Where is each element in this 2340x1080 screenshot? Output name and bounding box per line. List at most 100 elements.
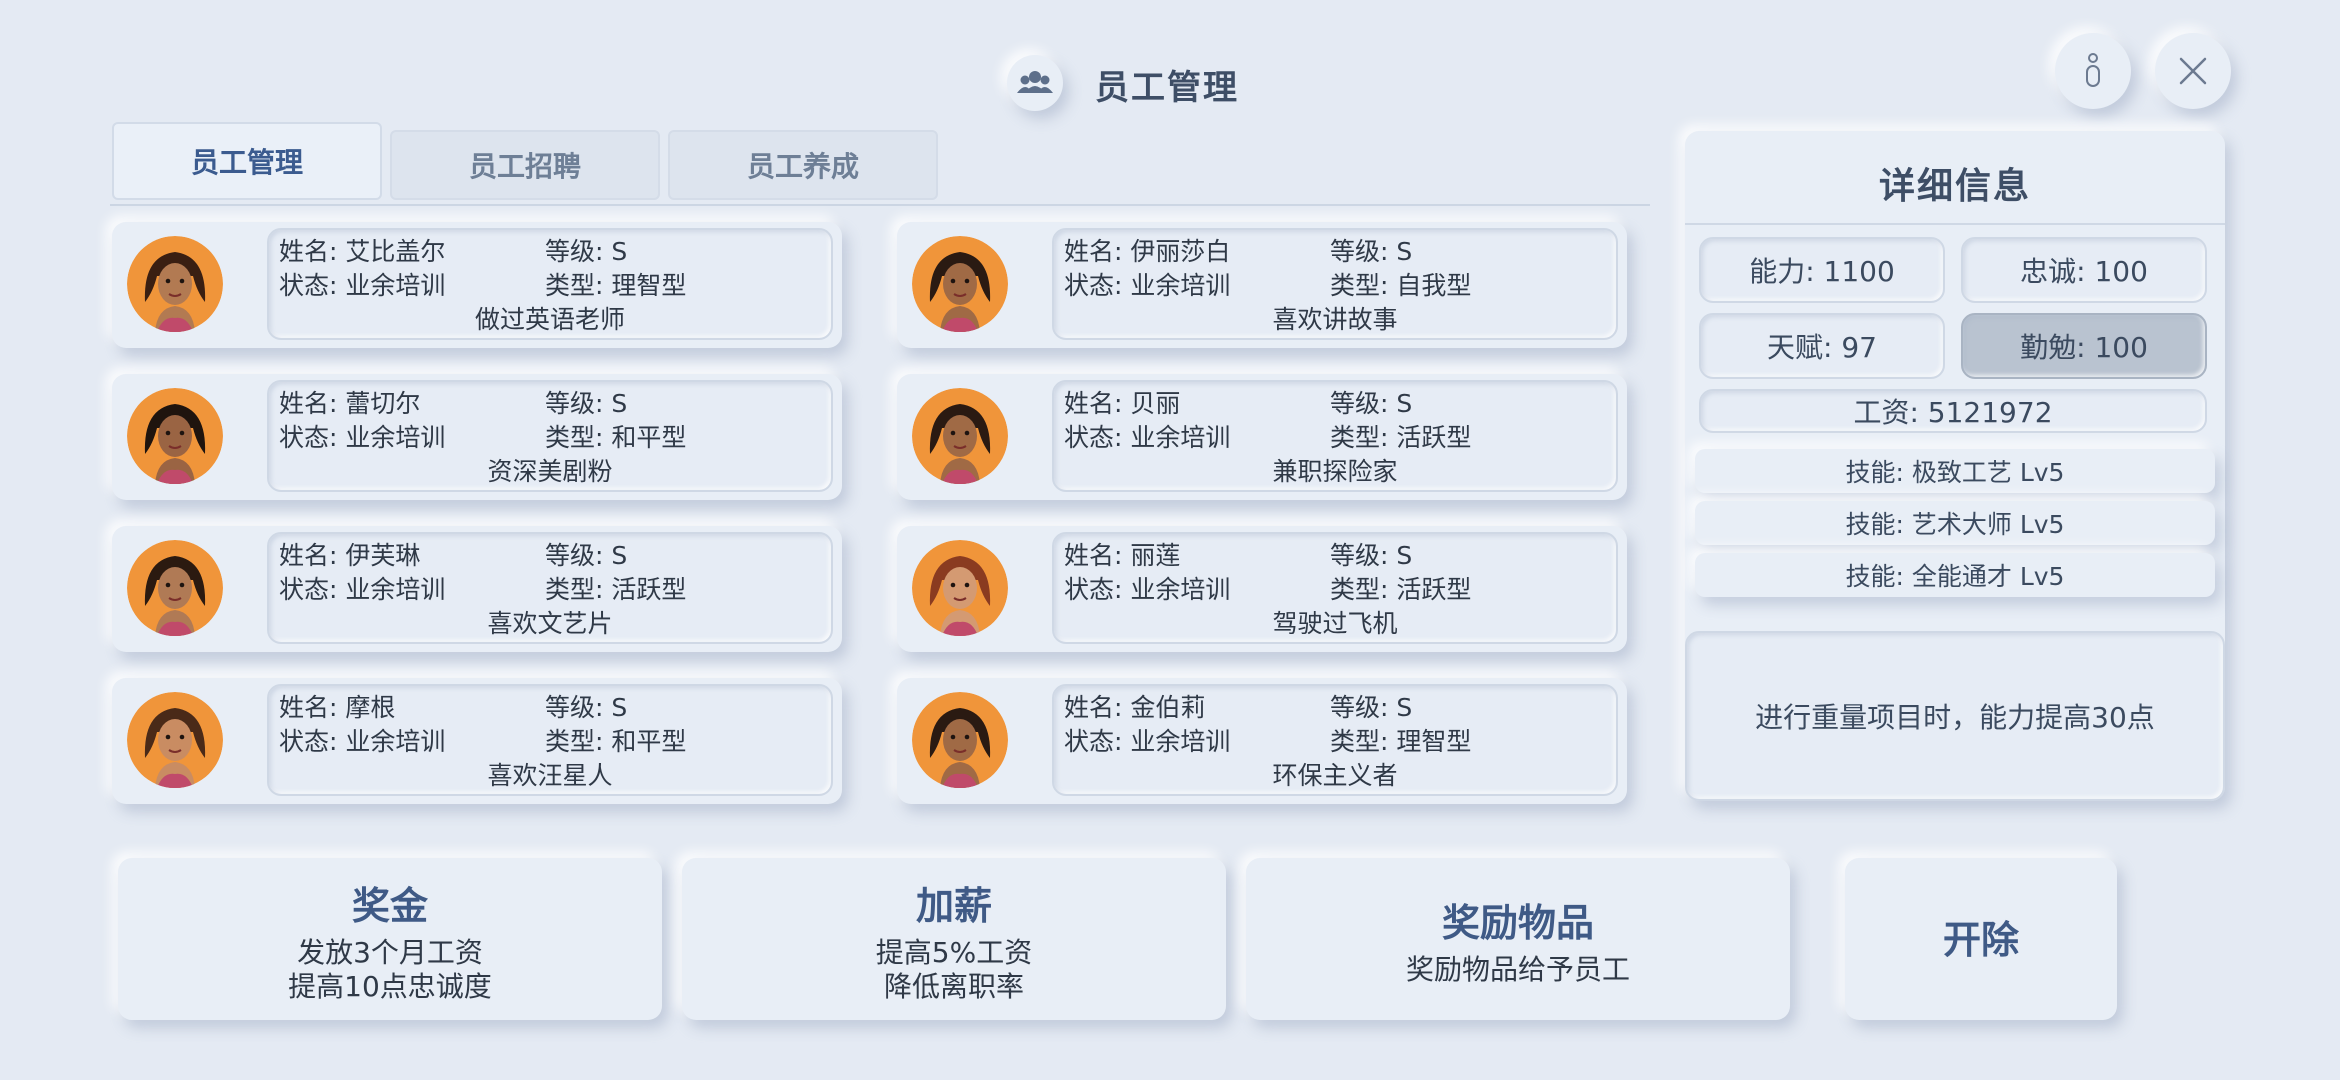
employee-portrait-icon	[127, 540, 223, 636]
employee-name: 姓名: 丽莲	[1064, 541, 1181, 570]
raise-title: 加薪	[915, 883, 992, 928]
raise-button[interactable]: 加薪 提高5%工资 降低离职率	[682, 858, 1226, 1020]
avatar	[912, 236, 1008, 332]
employee-info: 姓名: 摩根 等级: S 状态: 业余培训 类型: 和平型 喜欢汪星人	[267, 684, 833, 796]
employee-name: 姓名: 伊丽莎白	[1064, 237, 1231, 266]
employee-note: 兼职探险家	[1272, 457, 1398, 486]
stat-ability: 能力: 1100	[1699, 237, 1945, 303]
employee-status: 状态: 业余培训	[1064, 271, 1231, 300]
employee-name: 姓名: 伊芙琳	[279, 541, 421, 570]
employee-portrait-icon	[127, 388, 223, 484]
employee-note: 资深美剧粉	[487, 457, 613, 486]
employee-level: 等级: S	[1330, 237, 1413, 266]
employee-card[interactable]: 姓名: 伊丽莎白 等级: S 状态: 业余培训 类型: 自我型 喜欢讲故事	[897, 222, 1627, 348]
detail-panel: 详细信息 能力: 1100 忠诚: 100 天赋: 97 勤勉: 100 工资:…	[1685, 131, 2225, 801]
employee-name: 姓名: 贝丽	[1064, 389, 1181, 418]
bonus-desc-1: 发放3个月工资	[297, 935, 483, 969]
tab-divider	[110, 204, 1650, 206]
employee-card[interactable]: 姓名: 摩根 等级: S 状态: 业余培训 类型: 和平型 喜欢汪星人	[112, 678, 842, 804]
bonus-title: 奖金	[351, 883, 428, 928]
employee-status: 状态: 业余培训	[1064, 727, 1231, 756]
employee-level: 等级: S	[545, 237, 628, 266]
employee-type: 类型: 活跃型	[1330, 423, 1472, 452]
avatar	[127, 692, 223, 788]
employee-name: 姓名: 艾比盖尔	[279, 237, 446, 266]
reward-title: 奖励物品	[1441, 900, 1594, 945]
fire-title: 开除	[1942, 917, 2019, 962]
employee-portrait-icon	[912, 388, 1008, 484]
employee-type: 类型: 理智型	[1330, 727, 1472, 756]
raise-desc-1: 提高5%工资	[875, 935, 1033, 969]
reward-desc: 奖励物品给予员工	[1405, 952, 1630, 986]
reward-items-button[interactable]: 奖励物品 奖励物品给予员工	[1246, 858, 1790, 1020]
employee-note: 喜欢文艺片	[487, 609, 613, 638]
header-group-icon	[1007, 55, 1063, 111]
group-icon	[1017, 71, 1053, 93]
detail-title: 详细信息	[1878, 166, 2031, 207]
employee-portrait-icon	[912, 540, 1008, 636]
employee-name: 姓名: 蕾切尔	[279, 389, 421, 418]
avatar	[912, 388, 1008, 484]
employee-level: 等级: S	[545, 693, 628, 722]
employee-card[interactable]: 姓名: 贝丽 等级: S 状态: 业余培训 类型: 活跃型 兼职探险家	[897, 374, 1627, 500]
employee-status: 状态: 业余培训	[279, 727, 446, 756]
info-icon	[2086, 53, 2100, 87]
employee-type: 类型: 理智型	[545, 271, 687, 300]
employee-note: 喜欢讲故事	[1272, 305, 1398, 334]
stat-talent: 天赋: 97	[1699, 313, 1945, 379]
employee-info: 姓名: 艾比盖尔 等级: S 状态: 业余培训 类型: 理智型 做过英语老师	[267, 228, 833, 340]
skill-item: 技能: 全能通才 Lv5	[1695, 553, 2215, 597]
close-icon	[2179, 57, 2207, 85]
employee-level: 等级: S	[1330, 389, 1413, 418]
avatar	[912, 540, 1008, 636]
employee-card[interactable]: 姓名: 蕾切尔 等级: S 状态: 业余培训 类型: 和平型 资深美剧粉	[112, 374, 842, 500]
employee-portrait-icon	[127, 236, 223, 332]
skill-item: 技能: 艺术大师 Lv5	[1695, 501, 2215, 545]
employee-note: 喜欢汪星人	[487, 761, 613, 790]
bonus-button[interactable]: 奖金 发放3个月工资 提高10点忠诚度	[118, 858, 662, 1020]
employee-status: 状态: 业余培训	[1064, 575, 1231, 604]
page-title: 员工管理	[1095, 68, 1239, 108]
employee-level: 等级: S	[545, 541, 628, 570]
employee-card[interactable]: 姓名: 丽莲 等级: S 状态: 业余培训 类型: 活跃型 驾驶过飞机	[897, 526, 1627, 652]
employee-card[interactable]: 姓名: 艾比盖尔 等级: S 状态: 业余培训 类型: 理智型 做过英语老师	[112, 222, 842, 348]
employee-note: 环保主义者	[1272, 761, 1398, 790]
employee-info: 姓名: 伊芙琳 等级: S 状态: 业余培训 类型: 活跃型 喜欢文艺片	[267, 532, 833, 644]
employee-type: 类型: 和平型	[545, 727, 687, 756]
employee-type: 类型: 活跃型	[1330, 575, 1472, 604]
employee-level: 等级: S	[545, 389, 628, 418]
avatar	[127, 540, 223, 636]
employee-card[interactable]: 姓名: 伊芙琳 等级: S 状态: 业余培训 类型: 活跃型 喜欢文艺片	[112, 526, 842, 652]
employee-status: 状态: 业余培训	[279, 271, 446, 300]
employee-note: 驾驶过飞机	[1272, 609, 1398, 638]
bonus-desc-2: 提高10点忠诚度	[288, 969, 492, 1003]
employee-info: 姓名: 蕾切尔 等级: S 状态: 业余培训 类型: 和平型 资深美剧粉	[267, 380, 833, 492]
employee-portrait-icon	[912, 236, 1008, 332]
tab-employee-management[interactable]: 员工管理	[112, 122, 382, 200]
fire-button[interactable]: 开除	[1845, 858, 2117, 1020]
detail-divider	[1685, 223, 2225, 225]
info-button[interactable]	[2055, 33, 2131, 109]
skill-effect: 进行重量项目时，能力提高30点	[1685, 631, 2225, 801]
avatar	[912, 692, 1008, 788]
employee-type: 类型: 自我型	[1330, 271, 1472, 300]
close-button[interactable]	[2155, 33, 2231, 109]
avatar	[127, 388, 223, 484]
employee-portrait-icon	[912, 692, 1008, 788]
employee-info: 姓名: 伊丽莎白 等级: S 状态: 业余培训 类型: 自我型 喜欢讲故事	[1052, 228, 1618, 340]
employee-info: 姓名: 金伯莉 等级: S 状态: 业余培训 类型: 理智型 环保主义者	[1052, 684, 1618, 796]
skill-item: 技能: 极致工艺 Lv5	[1695, 449, 2215, 493]
stat-salary: 工资: 5121972	[1699, 389, 2207, 433]
employee-level: 等级: S	[1330, 541, 1413, 570]
employee-status: 状态: 业余培训	[1064, 423, 1231, 452]
employee-name: 姓名: 金伯莉	[1064, 693, 1206, 722]
stat-diligence: 勤勉: 100	[1961, 313, 2207, 379]
employee-info: 姓名: 丽莲 等级: S 状态: 业余培训 类型: 活跃型 驾驶过飞机	[1052, 532, 1618, 644]
tab-recruitment[interactable]: 员工招聘	[390, 130, 660, 200]
employee-info: 姓名: 贝丽 等级: S 状态: 业余培训 类型: 活跃型 兼职探险家	[1052, 380, 1618, 492]
employee-level: 等级: S	[1330, 693, 1413, 722]
tab-training[interactable]: 员工养成	[668, 130, 938, 200]
employee-card[interactable]: 姓名: 金伯莉 等级: S 状态: 业余培训 类型: 理智型 环保主义者	[897, 678, 1627, 804]
employee-portrait-icon	[127, 692, 223, 788]
employee-status: 状态: 业余培训	[279, 575, 446, 604]
